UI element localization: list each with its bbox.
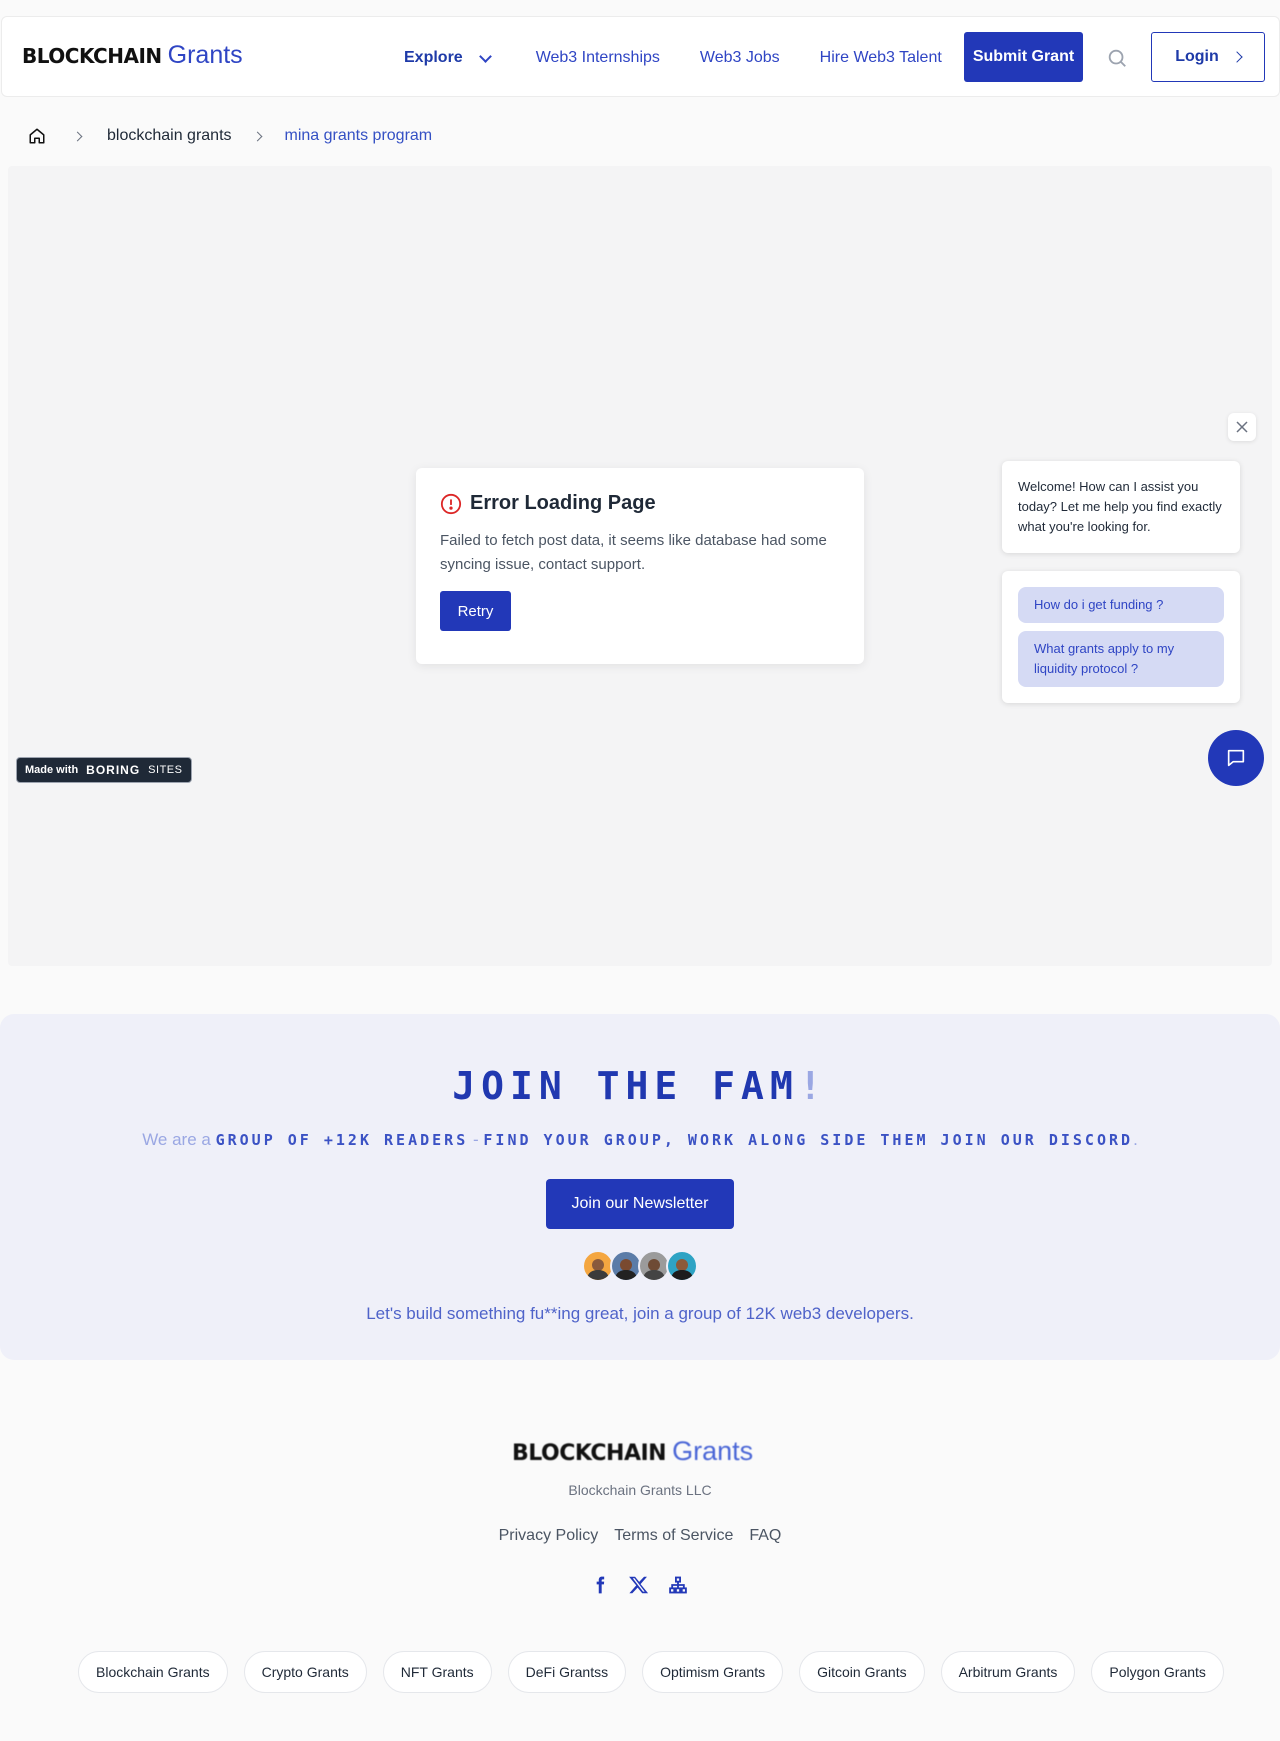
join-newsletter-button[interactable]: Join our Newsletter <box>546 1179 734 1229</box>
logo-grants-text: Grants <box>167 41 243 69</box>
tag-optimism-grants[interactable]: Optimism Grants <box>642 1651 784 1693</box>
error-title-row: Error Loading Page <box>440 492 840 515</box>
tag-arbitrum-grants[interactable]: Arbitrum Grants <box>940 1651 1076 1693</box>
chat-bubble-icon <box>1225 747 1247 769</box>
chevron-down-icon <box>478 49 492 63</box>
tag-defi-grants[interactable]: DeFi Grantss <box>507 1651 627 1693</box>
breadcrumb-mina-grants-program[interactable]: mina grants program <box>285 127 433 145</box>
logo-blockchain-text: BLOCKCHAIN <box>22 44 162 68</box>
join-title-bang: ! <box>798 1064 828 1108</box>
breadcrumb: blockchain grants mina grants program <box>28 127 432 145</box>
tag-crypto-grants[interactable]: Crypto Grants <box>243 1651 367 1693</box>
avatar <box>666 1250 698 1282</box>
tag-gitcoin-grants[interactable]: Gitcoin Grants <box>799 1651 925 1693</box>
footer-tag-list: Blockchain Grants Crypto Grants NFT Gran… <box>78 1651 1224 1693</box>
join-sub-dash: - <box>472 1130 479 1149</box>
social-links <box>590 1574 688 1596</box>
chat-suggestion-funding[interactable]: How do i get funding ? <box>1018 587 1224 623</box>
retry-button[interactable]: Retry <box>440 591 511 631</box>
footer-terms-of-service[interactable]: Terms of Service <box>614 1527 733 1545</box>
close-icon <box>1235 420 1249 434</box>
submit-grant-button[interactable]: Submit Grant <box>964 32 1083 82</box>
nav-hire-web3-talent[interactable]: Hire Web3 Talent <box>820 49 942 67</box>
facebook-icon[interactable] <box>590 1575 610 1595</box>
breadcrumb-separator-icon <box>252 131 262 141</box>
made-with-label: Made with <box>25 764 79 776</box>
search-icon[interactable] <box>1106 47 1128 69</box>
footer-links: Privacy Policy Terms of Service FAQ <box>0 1527 1280 1545</box>
chat-close-button[interactable] <box>1228 413 1256 441</box>
join-title-text: JOIN THE FAM <box>452 1064 799 1108</box>
join-subtitle: We are a GROUP OF +12K READERS - FIND YO… <box>0 1130 1280 1150</box>
footer-logo-blockchain: BLOCKCHAIN <box>512 1441 667 1466</box>
nav-explore[interactable]: Explore <box>404 49 492 67</box>
avatar-group <box>582 1250 698 1282</box>
join-sub-end: . <box>1133 1130 1138 1149</box>
alert-circle-icon <box>440 493 462 515</box>
chat-suggestion-liquidity[interactable]: What grants apply to my liquidity protoc… <box>1018 631 1224 687</box>
site-header: BLOCKCHAIN Grants Explore Web3 Internshi… <box>1 16 1280 97</box>
nav-explore-label: Explore <box>404 49 463 66</box>
made-with-sites: SITES <box>148 764 183 776</box>
tag-nft-grants[interactable]: NFT Grants <box>382 1651 492 1693</box>
error-message: Failed to fetch post data, it seems like… <box>440 532 827 573</box>
home-icon[interactable] <box>28 127 46 145</box>
tag-polygon-grants[interactable]: Polygon Grants <box>1091 1651 1224 1693</box>
nav-web3-internships[interactable]: Web3 Internships <box>536 49 660 67</box>
footer-logo[interactable]: BLOCKCHAIN Grants <box>512 1436 753 1467</box>
breadcrumb-blockchain-grants[interactable]: blockchain grants <box>107 127 232 145</box>
made-with-brand: BORING <box>86 763 141 777</box>
join-footer-text: Let's build something fu**ing great, joi… <box>366 1304 914 1323</box>
join-sub-prefix: We are a <box>142 1130 211 1149</box>
chat-welcome-message: Welcome! How can I assist you today? Let… <box>1002 461 1240 553</box>
error-title: Error Loading Page <box>470 492 656 514</box>
error-card: Error Loading Page Failed to fetch post … <box>416 468 864 664</box>
made-with-badge[interactable]: Made with BORING SITES <box>16 757 192 783</box>
footer-faq[interactable]: FAQ <box>749 1527 781 1545</box>
footer-company: Blockchain Grants LLC <box>568 1482 712 1498</box>
breadcrumb-separator-icon <box>72 131 83 141</box>
chevron-right-icon <box>1231 51 1243 63</box>
chat-open-button[interactable] <box>1208 730 1264 786</box>
nav-web3-jobs[interactable]: Web3 Jobs <box>700 49 780 67</box>
login-label: Login <box>1175 48 1219 65</box>
join-title: JOIN THE FAM! <box>0 1064 1280 1108</box>
join-sub-readers: GROUP OF +12K READERS <box>215 1131 469 1149</box>
join-sub-discord: FIND YOUR GROUP, WORK ALONG SIDE THEM JO… <box>483 1131 1134 1149</box>
footer-privacy-policy[interactable]: Privacy Policy <box>499 1527 599 1545</box>
x-twitter-icon[interactable] <box>628 1574 650 1596</box>
footer-logo-grants: Grants <box>672 1436 754 1466</box>
tag-blockchain-grants[interactable]: Blockchain Grants <box>78 1651 228 1693</box>
sitemap-icon[interactable] <box>668 1575 688 1595</box>
chat-suggestions: How do i get funding ? What grants apply… <box>1002 571 1240 703</box>
join-section: JOIN THE FAM! We are a GROUP OF +12K REA… <box>0 1014 1280 1360</box>
main-nav: Explore Web3 Internships Web3 Jobs Hire … <box>404 49 942 67</box>
site-logo[interactable]: BLOCKCHAIN Grants <box>22 41 243 70</box>
login-button[interactable]: Login <box>1151 32 1265 82</box>
